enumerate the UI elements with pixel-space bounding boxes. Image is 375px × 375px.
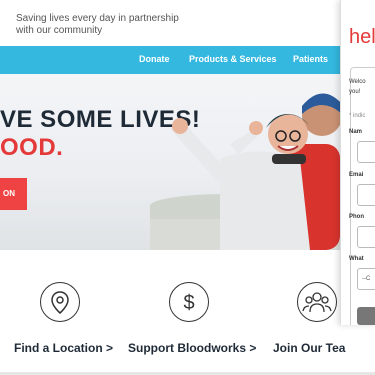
- top-bar: Saving lives every day in partnership wi…: [0, 0, 375, 46]
- svg-text:$: $: [183, 292, 194, 314]
- find-location-link[interactable]: Find a Location >: [14, 341, 113, 355]
- join-our-team-link[interactable]: Join Our Tea: [273, 341, 345, 355]
- panel-logo: hel: [349, 26, 375, 48]
- dollar-icon[interactable]: $: [169, 282, 209, 322]
- required-note: * indic: [349, 113, 366, 119]
- phone-label: Phon: [349, 214, 364, 220]
- hero-cta-button[interactable]: ON: [0, 178, 27, 210]
- nav-item-patients[interactable]: Patients: [293, 54, 328, 64]
- interest-select-label: What: [349, 256, 364, 262]
- nav-item-donate[interactable]: Donate: [139, 54, 170, 64]
- hero-photo-people: [170, 93, 340, 250]
- interest-select[interactable]: --C: [357, 268, 375, 290]
- phone-field[interactable]: [357, 226, 375, 248]
- welcome-text-line1: Welco: [349, 79, 366, 85]
- signup-submit-button[interactable]: [357, 307, 375, 325]
- main-nav: Donate Products & Services Patients: [0, 46, 375, 74]
- group-icon[interactable]: [297, 282, 337, 322]
- name-field[interactable]: [357, 141, 375, 163]
- hero-cta-label: ON: [3, 189, 15, 198]
- hero-subheadline: OOD.: [0, 134, 64, 161]
- site-tagline: Saving lives every day in partnership wi…: [16, 13, 179, 36]
- location-pin-icon[interactable]: [40, 282, 80, 322]
- name-label: Nam: [349, 129, 363, 135]
- support-bloodworks-link[interactable]: Support Bloodworks >: [128, 341, 256, 355]
- email-label: Emai: [349, 172, 364, 178]
- hero-banner: VE SOME LIVES! OOD. ON: [0, 74, 375, 250]
- welcome-text-line2: you!: [349, 89, 361, 95]
- email-field[interactable]: [357, 184, 375, 206]
- nav-item-products-services[interactable]: Products & Services: [189, 54, 277, 64]
